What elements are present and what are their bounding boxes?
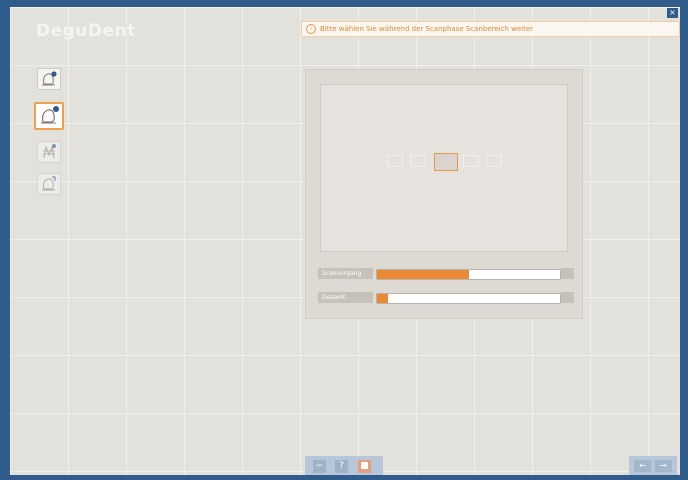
minus-button[interactable]: − [313, 460, 326, 473]
scan-die-active-icon [41, 106, 59, 124]
scan-bridge-icon [43, 144, 56, 159]
progress-label-total: Gesamt [318, 292, 373, 303]
progress-bar-scan [376, 269, 561, 280]
stop-button[interactable]: ■ [358, 460, 371, 473]
status-message-text: Bitte wählen Sie während der Scanphase S… [320, 25, 534, 33]
progress-end-cap-total [561, 292, 574, 303]
tool-scan-bridge[interactable] [37, 141, 61, 163]
progress-fill-scan [377, 270, 469, 279]
bottom-toolbar: − ? ■ [305, 456, 383, 475]
progress-end-cap-scan [561, 268, 574, 279]
progress-fill-total [377, 294, 388, 303]
info-icon: i [306, 24, 316, 34]
forward-button[interactable]: → [655, 460, 672, 472]
tool-scan-single-die[interactable] [37, 68, 61, 90]
tool-scan-export[interactable] [37, 173, 61, 195]
scan-single-die-icon [42, 71, 57, 86]
app-canvas: DeguDent × i Bitte wählen Sie während der… [10, 7, 680, 475]
window-frame: DeguDent × i Bitte wählen Sie während der… [0, 0, 688, 480]
status-message: i Bitte wählen Sie während der Scanphase … [301, 21, 680, 37]
progress-bar-total [376, 293, 561, 304]
app-title: DeguDent [36, 21, 136, 41]
tooth-slot-5[interactable] [486, 155, 502, 167]
scan-export-icon [42, 176, 56, 191]
back-button[interactable]: ← [634, 460, 651, 472]
scan-viewer-panel [305, 69, 583, 319]
tool-scan-die-active[interactable] [34, 102, 64, 130]
tooth-slot-2[interactable] [410, 155, 426, 167]
close-button[interactable]: × [667, 8, 678, 18]
tooth-slot-3-selected[interactable] [434, 153, 458, 171]
progress-label-scan: Scanvorgang [318, 268, 373, 279]
tooth-slot-4[interactable] [463, 155, 479, 167]
help-button[interactable]: ? [335, 460, 348, 473]
navigation-bar: ← → [629, 456, 677, 475]
tooth-slot-1[interactable] [387, 155, 403, 167]
